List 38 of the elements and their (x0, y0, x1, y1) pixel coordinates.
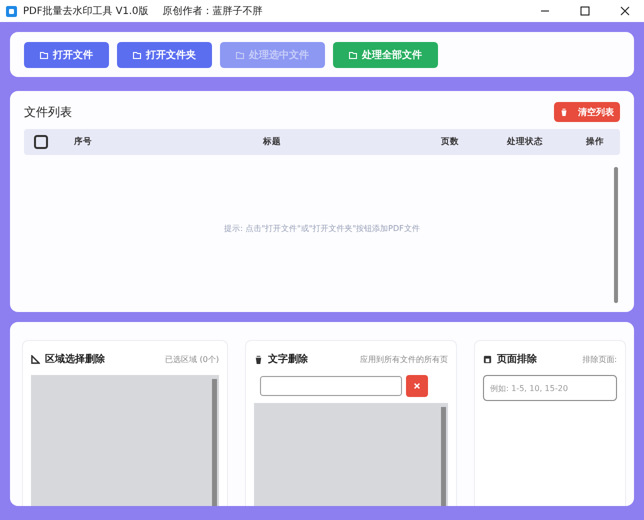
folder-icon (349, 50, 357, 58)
column-header: 标题 (262, 136, 282, 148)
text-input-field[interactable] (260, 376, 402, 396)
app-icon (6, 6, 17, 16)
column-header: 处理状态 (506, 136, 544, 148)
toolbar-button[interactable]: 打开文件夹 (117, 42, 212, 68)
close-icon (620, 6, 630, 16)
trash-icon (254, 354, 263, 364)
folder-icon (40, 50, 48, 58)
document-icon (483, 354, 492, 364)
scrollbar[interactable] (614, 167, 618, 303)
author-label: 原创作者：蓝胖子不胖 (162, 4, 262, 18)
panel-title: 区域选择删除 (45, 352, 105, 366)
section-title: 文件列表 (24, 104, 72, 120)
column-header: 操作 (584, 136, 605, 148)
close-icon (413, 382, 421, 390)
scrollbar[interactable] (441, 407, 446, 506)
column-header: 页数 (440, 136, 460, 148)
window-title: PDF批量去水印工具 V1.0版 (23, 4, 148, 18)
folder-icon (133, 50, 141, 58)
select-all-checkbox[interactable] (34, 135, 48, 149)
panel-note: 已选区域 (0个) (165, 354, 219, 364)
panel-note: 应用到所有文件的所有页 (360, 354, 448, 364)
panel-title: 页面排除 (497, 352, 537, 366)
pages-input-field[interactable]: 例如: 1-5, 10, 15-20 (483, 375, 617, 401)
triangle-ruler-icon (31, 354, 40, 364)
delete-button[interactable] (406, 375, 428, 397)
trash-icon (560, 108, 568, 116)
folder-icon (236, 50, 244, 58)
toolbar-button[interactable]: 打开文件 (24, 42, 109, 68)
panel-title: 文字删除 (268, 352, 308, 366)
maximize-icon (580, 6, 590, 16)
toolbar-button[interactable]: 处理全部文件 (333, 42, 438, 68)
empty-hint: 提示: 点击"打开文件"或"打开文件夹"按钮添加PDF文件 (224, 223, 420, 234)
scrollbar[interactable] (212, 379, 217, 506)
column-header: 序号 (73, 136, 93, 148)
clear-list-button[interactable]: 清空列表 (554, 102, 620, 122)
panel-note: 排除页面: (582, 354, 617, 364)
